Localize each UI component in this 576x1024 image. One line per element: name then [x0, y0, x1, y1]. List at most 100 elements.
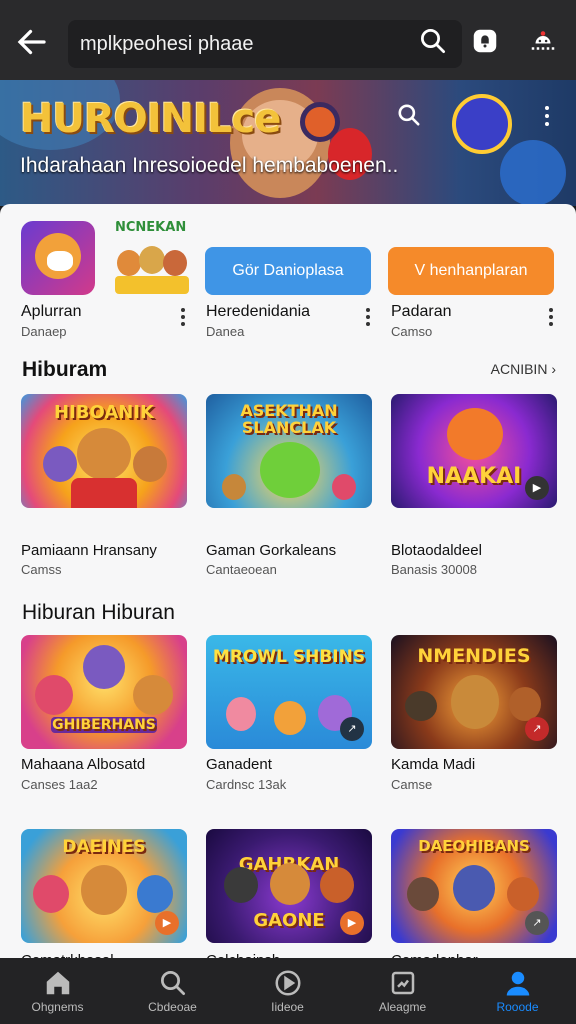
see-all-label: ACNIBIN — [490, 361, 548, 377]
card-title[interactable]: Blotaodaldeel — [391, 542, 482, 559]
nav-search[interactable]: Cbdeoae — [115, 958, 230, 1024]
banner-subtitle: Ihdarahaan Inresoioedel hembaboenen.. — [20, 154, 399, 177]
card-art-text: MROWL SHBINS — [212, 647, 366, 667]
play-icon[interactable]: ▶ — [340, 911, 364, 935]
play-icon[interactable]: ↗ — [340, 717, 364, 741]
section-title: Hiburan Hiburan — [22, 601, 175, 624]
app-more-icon[interactable] — [544, 306, 558, 328]
search-icon — [161, 971, 185, 995]
nav-label: Rooode — [496, 1000, 539, 1014]
app-character — [139, 246, 165, 274]
card-character — [405, 691, 437, 721]
card-character — [407, 877, 439, 911]
app-icon-1[interactable] — [21, 221, 95, 295]
library-icon — [391, 971, 415, 995]
card-title[interactable]: Pamiaann Hransany — [21, 542, 157, 559]
profile-icon — [506, 971, 530, 996]
home-icon — [46, 971, 70, 995]
card-title[interactable]: Gaman Gorkaleans — [206, 542, 336, 559]
nav-video[interactable]: Iideoe — [230, 958, 345, 1024]
app-more-icon[interactable] — [361, 306, 375, 328]
game-card[interactable]: NMENDIES ↗ — [391, 635, 557, 749]
banner-more-icon[interactable] — [540, 104, 554, 128]
nav-library[interactable]: Aleagme — [345, 958, 460, 1024]
search-icon[interactable] — [418, 26, 448, 56]
game-card[interactable]: DAEOHIBANS ↗ — [391, 829, 557, 943]
card-subtitle: Banasis 30008 — [391, 562, 478, 577]
banner-search-icon[interactable] — [396, 102, 422, 128]
game-card[interactable]: HIBOANIK — [21, 394, 187, 508]
game-card[interactable]: NAAKAI ▶ — [391, 394, 557, 508]
app-more-icon[interactable] — [176, 306, 190, 328]
app-subtitle: Danaep — [21, 324, 67, 339]
search-field[interactable]: mplkpeohesi phaae — [68, 20, 462, 68]
cast-robot-icon[interactable] — [528, 26, 558, 56]
game-card[interactable]: ASEKTHAN SLANCLAK — [206, 394, 372, 508]
app-install-button[interactable]: Gör Danioplasa — [205, 247, 371, 295]
play-icon[interactable]: ▶ — [155, 911, 179, 935]
nav-profile[interactable]: Rooode — [460, 958, 575, 1024]
play-icon[interactable]: ▶ — [525, 476, 549, 500]
game-card[interactable]: GHIBERHANS — [21, 635, 187, 749]
play-icon[interactable]: ↗ — [525, 911, 549, 935]
card-art-text: ASEKTHAN SLANCLAK — [240, 402, 338, 436]
card-character — [81, 865, 127, 915]
card-character — [222, 474, 246, 500]
hero-banner[interactable]: HUROINILce Ihdarahaan Inresoioedel hemba… — [0, 80, 576, 206]
app-title[interactable]: Heredenidania — [206, 303, 310, 321]
game-card[interactable]: MROWL SHBINS ↗ — [206, 635, 372, 749]
card-character — [507, 877, 539, 911]
app-title[interactable]: Aplurran — [21, 303, 81, 321]
card-title[interactable]: Kamda Madi — [391, 756, 475, 773]
game-card[interactable]: DAEINES ▶ — [21, 829, 187, 943]
card-character — [133, 446, 167, 482]
nav-label: Iideoe — [271, 1000, 304, 1014]
nav-home[interactable]: Ohgnems — [0, 958, 115, 1024]
card-art-text: HIBOANIK — [54, 402, 154, 423]
card-art-text: DAEOHIBANS — [418, 837, 530, 855]
card-character — [447, 408, 503, 460]
app-logo-text: NCNEKAN — [115, 220, 187, 235]
card-character-body — [71, 478, 137, 508]
card-character — [270, 863, 310, 905]
app-character — [117, 250, 141, 276]
card-character — [451, 675, 499, 729]
play-icon[interactable]: ↗ — [525, 717, 549, 741]
app-icon-2[interactable]: NCNEKAN — [113, 218, 191, 298]
app-play-button[interactable]: V henhanplaran — [388, 247, 554, 295]
card-title[interactable]: Ganadent — [206, 756, 272, 773]
video-icon — [275, 970, 301, 996]
app-logo-base — [115, 276, 189, 294]
see-all-link[interactable]: ACNIBIN › — [491, 361, 556, 377]
notification-icon[interactable] — [470, 26, 500, 56]
app-subtitle: Camso — [391, 324, 433, 339]
back-arrow-icon[interactable] — [14, 24, 50, 60]
card-character — [77, 428, 131, 480]
card-subtitle: Camss — [21, 562, 62, 577]
search-query: mplkpeohesi phaae — [80, 33, 254, 55]
section-title: Hiburam — [22, 358, 108, 381]
card-character — [35, 675, 73, 715]
card-subtitle: Canses 1aa2 — [21, 777, 98, 792]
card-character — [137, 875, 173, 913]
card-character — [260, 442, 320, 498]
card-character — [332, 474, 356, 500]
card-character — [133, 675, 173, 715]
card-subtitle: Cantaeoean — [206, 562, 277, 577]
card-subtitle: Cardnsc 13ak — [206, 777, 287, 792]
card-art-text: GHIBERHANS — [51, 717, 157, 733]
game-card[interactable]: GAHRKAN GAONE ▶ — [206, 829, 372, 943]
nav-label: Cbdeoae — [148, 1000, 197, 1014]
banner-title: HUROINILce — [20, 96, 281, 142]
card-character — [226, 697, 256, 731]
card-art-text: NMENDIES — [417, 645, 531, 667]
card-title[interactable]: Mahaana Albosatd — [21, 756, 145, 773]
app-mascot-face — [47, 251, 73, 271]
card-character — [43, 446, 77, 482]
card-art-text: DAEINES — [62, 837, 146, 857]
card-character — [453, 865, 495, 911]
app-title[interactable]: Padaran — [391, 303, 452, 321]
content-sheet: NCNEKAN Gör Danioplasa V henhanplaran Ap… — [0, 204, 576, 964]
card-character — [224, 867, 258, 903]
top-app-bar: mplkpeohesi phaae — [0, 0, 576, 80]
